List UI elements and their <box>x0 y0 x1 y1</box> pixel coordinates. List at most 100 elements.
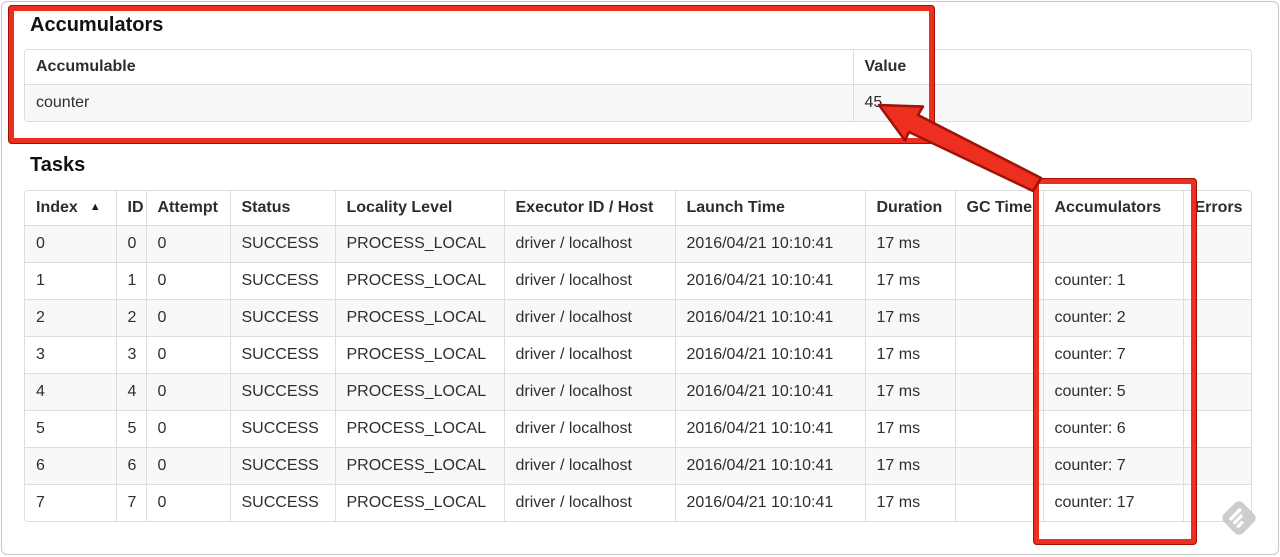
table-cell: 6 <box>25 447 116 485</box>
table-cell: 0 <box>115 225 146 263</box>
table-cell: 17 ms <box>864 336 955 374</box>
table-cell: 2016/04/21 10:10:41 <box>674 447 865 485</box>
table-cell: 6 <box>115 447 146 485</box>
table-row: 2 2 0 SUCCESS PROCESS_LOCAL driver / localhos… <box>25 299 1251 337</box>
table-cell: 0 <box>145 299 230 337</box>
table-cell: 0 <box>145 447 230 485</box>
table-cell: 45 <box>852 84 1251 121</box>
table-cell: PROCESS_LOCAL <box>334 336 504 374</box>
table-cell: PROCESS_LOCAL <box>334 410 504 448</box>
table-cell <box>1182 225 1251 263</box>
table-cell: 0 <box>25 225 116 263</box>
table-cell: 2016/04/21 10:10:41 <box>674 299 865 337</box>
table-cell: driver / localhost <box>503 447 675 485</box>
table-cell: PROCESS_LOCAL <box>334 484 504 521</box>
table-cell: 2016/04/21 10:10:41 <box>674 484 865 521</box>
table-cell: counter: 2 <box>1042 299 1183 337</box>
executor-id-host-column-header[interactable]: Executor ID / Host <box>503 191 675 226</box>
table-cell: 2016/04/21 10:10:41 <box>674 336 865 374</box>
table-cell: driver / localhost <box>503 262 675 300</box>
table-cell: 17 ms <box>864 410 955 448</box>
table-cell: 0 <box>145 373 230 411</box>
table-cell: counter <box>25 84 853 121</box>
table-cell <box>954 447 1043 485</box>
table-cell: SUCCESS <box>229 262 335 300</box>
table-cell: SUCCESS <box>229 484 335 521</box>
table-cell: 17 ms <box>864 447 955 485</box>
accumulable-column-header: Accumulable <box>36 58 136 75</box>
table-cell: 0 <box>145 410 230 448</box>
table-cell: 3 <box>25 336 116 374</box>
table-cell: 2016/04/21 10:10:41 <box>674 410 865 448</box>
table-cell: driver / localhost <box>503 410 675 448</box>
gc-time-column-header[interactable]: GC Time <box>954 191 1043 226</box>
table-cell: SUCCESS <box>229 447 335 485</box>
table-cell: SUCCESS <box>229 225 335 263</box>
table-row: 0 0 0 SUCCESS PROCESS_LOCAL driver / localhos… <box>25 225 1251 263</box>
table-cell <box>1182 373 1251 411</box>
table-cell <box>1042 225 1183 263</box>
table-cell: PROCESS_LOCAL <box>334 225 504 263</box>
table-cell: 17 ms <box>864 373 955 411</box>
table-cell <box>954 373 1043 411</box>
id-column-header[interactable]: ID <box>115 191 146 226</box>
table-cell: 4 <box>25 373 116 411</box>
table-cell: 0 <box>145 262 230 300</box>
table-cell: 17 ms <box>864 225 955 263</box>
table-cell: PROCESS_LOCAL <box>334 299 504 337</box>
launch-time-column-header[interactable]: Launch Time <box>674 191 865 226</box>
table-cell <box>1182 447 1251 485</box>
table-cell: 3 <box>115 336 146 374</box>
table-cell: 5 <box>25 410 116 448</box>
table-cell: driver / localhost <box>503 373 675 411</box>
accumulators-header-row: Accumulable Value <box>25 50 1251 85</box>
table-cell: 0 <box>145 225 230 263</box>
table-cell: counter: 7 <box>1042 336 1183 374</box>
tasks-header-row: Index ▲ ID Attempt Status Locality Level … <box>25 191 1251 226</box>
table-cell: 17 ms <box>864 262 955 300</box>
table-cell: 1 <box>25 262 116 300</box>
table-cell: 17 ms <box>864 484 955 521</box>
table-cell: 1 <box>115 262 146 300</box>
table-cell: counter: 7 <box>1042 447 1183 485</box>
attempt-column-header[interactable]: Attempt <box>145 191 230 226</box>
table-cell: PROCESS_LOCAL <box>334 373 504 411</box>
table-cell <box>954 410 1043 448</box>
table-cell: counter: 5 <box>1042 373 1183 411</box>
table-cell: 5 <box>115 410 146 448</box>
locality-level-column-header[interactable]: Locality Level <box>334 191 504 226</box>
index-column-header[interactable]: Index ▲ <box>25 191 116 226</box>
table-cell: driver / localhost <box>503 299 675 337</box>
table-cell: 0 <box>145 336 230 374</box>
table-cell <box>1182 336 1251 374</box>
table-cell: counter: 1 <box>1042 262 1183 300</box>
table-cell: driver / localhost <box>503 484 675 521</box>
table-cell: driver / localhost <box>503 336 675 374</box>
status-column-header[interactable]: Status <box>229 191 335 226</box>
table-cell: 2 <box>25 299 116 337</box>
table-cell: 0 <box>145 484 230 521</box>
table-cell <box>954 484 1043 521</box>
table-cell: 2016/04/21 10:10:41 <box>674 262 865 300</box>
table-cell: SUCCESS <box>229 336 335 374</box>
table-cell: 7 <box>25 484 116 521</box>
duration-column-header[interactable]: Duration <box>864 191 955 226</box>
table-row: 4 4 0 SUCCESS PROCESS_LOCAL driver / localhos… <box>25 373 1251 411</box>
table-cell: 2016/04/21 10:10:41 <box>674 373 865 411</box>
table-cell: 2 <box>115 299 146 337</box>
table-cell: SUCCESS <box>229 373 335 411</box>
table-cell: 4 <box>115 373 146 411</box>
index-column-label: Index <box>36 199 78 216</box>
table-cell: driver / localhost <box>503 225 675 263</box>
table-cell: 2016/04/21 10:10:41 <box>674 225 865 263</box>
table-row: counter 45 <box>25 84 1251 121</box>
sort-ascending-icon: ▲ <box>89 201 101 213</box>
accumulators-column-header[interactable]: Accumulators <box>1042 191 1183 226</box>
table-cell: PROCESS_LOCAL <box>334 262 504 300</box>
tasks-section-title: Tasks <box>30 154 86 176</box>
table-cell <box>1182 484 1251 521</box>
table-cell: 17 ms <box>864 299 955 337</box>
table-cell <box>1182 410 1251 448</box>
errors-column-header[interactable]: Errors <box>1182 191 1251 226</box>
table-cell: counter: 17 <box>1042 484 1183 521</box>
